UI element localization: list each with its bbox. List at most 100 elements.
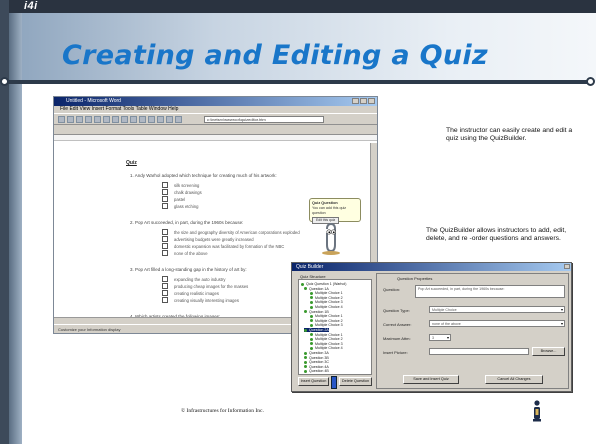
question-label: Question:	[383, 287, 401, 292]
print-icon[interactable]	[85, 116, 92, 123]
answer-node-icon	[310, 346, 313, 350]
copy-icon[interactable]	[121, 116, 128, 123]
tree-item-label: Quiz Question 1 (Warhol)	[306, 282, 347, 286]
cancel-changes-button[interactable]: Cancel All Changes	[485, 375, 543, 384]
ruler	[54, 135, 377, 141]
tree-item[interactable]: Question 1A	[304, 287, 329, 291]
tree-item[interactable]: Multiple Choice 1	[310, 291, 343, 295]
i4i-mascot-icon	[533, 400, 541, 422]
max-attempts-select[interactable]: 3	[429, 334, 451, 341]
tree-item[interactable]: Multiple Choice 1	[310, 333, 343, 337]
preview-icon[interactable]	[94, 116, 101, 123]
quiz-structure-tree[interactable]: Quiz Question 1 (Warhol) Question 1A Multi…	[298, 279, 372, 375]
left-rail-gradient	[9, 13, 22, 444]
question-node-icon	[304, 328, 307, 332]
left-rail	[0, 0, 9, 444]
tree-item[interactable]: Question 4B	[304, 369, 329, 373]
answer-node-icon	[310, 333, 313, 337]
tree-item[interactable]: Question 3C	[304, 360, 329, 364]
quizbuilder-title: Quiz Builder	[296, 264, 324, 270]
tree-item[interactable]: Multiple Choice 3	[310, 323, 343, 327]
tree-item-label: Multiple Choice 4	[315, 346, 343, 351]
answer-option: producing cheap images for the masses	[162, 283, 248, 289]
tree-item-label: Question 3C	[309, 360, 329, 365]
tree-item[interactable]: Question 3B	[304, 356, 329, 360]
tree-item[interactable]: Multiple Choice 2	[310, 337, 343, 341]
correct-answer-select[interactable]: none of the above	[429, 320, 565, 327]
tree-item[interactable]: Multiple Choice 1	[310, 314, 343, 318]
reorder-arrows-icon[interactable]	[331, 376, 337, 389]
undo-icon[interactable]	[139, 116, 146, 123]
table-icon[interactable]	[166, 116, 173, 123]
answer-option: chalk drawings	[162, 189, 202, 195]
delete-question-button[interactable]: Delete Question	[339, 377, 372, 386]
browse-button[interactable]: Browse...	[532, 347, 565, 356]
tree-item[interactable]: Multiple Choice 2	[310, 296, 343, 300]
quizbuilder-dialog: Quiz Builder Quiz Structure Quiz Questio…	[291, 262, 572, 392]
maximize-icon[interactable]	[360, 98, 367, 104]
tree-item[interactable]: Question 2A	[304, 328, 329, 332]
tree-item[interactable]: Multiple Choice 2	[310, 319, 343, 323]
tree-item[interactable]: Multiple Choice 3	[310, 342, 343, 346]
tree-item[interactable]: Question 3A	[304, 351, 329, 355]
address-field[interactable]: c:\inetsrv\wwwroot\quizeditor.htm	[204, 116, 324, 123]
cut-icon[interactable]	[112, 116, 119, 123]
open-icon[interactable]	[67, 116, 74, 123]
question-node-icon	[304, 351, 307, 355]
tree-item[interactable]: Quiz Question 1 (Warhol)	[301, 282, 346, 286]
answer-option: creating realistic images	[162, 290, 219, 296]
answer-option: advertising budgets were greatly increas…	[162, 236, 254, 242]
minimize-icon[interactable]	[352, 98, 359, 104]
word-title-text: Untitled - Microsoft Word	[66, 98, 121, 104]
max-attempts-label: Maximum Attm:	[383, 336, 411, 341]
paste-icon[interactable]	[130, 116, 137, 123]
insert-picture-field[interactable]	[429, 348, 529, 355]
new-doc-icon[interactable]	[58, 116, 65, 123]
link-icon[interactable]	[157, 116, 164, 123]
tree-item[interactable]: Question 4A	[304, 365, 329, 369]
question-3: 3. Pop Art filled a long-standing gap in…	[130, 267, 247, 272]
answer-node-icon	[310, 296, 313, 300]
close-icon[interactable]	[564, 264, 570, 269]
help-icon[interactable]	[175, 116, 182, 123]
tree-item[interactable]: Multiple Choice 4	[310, 305, 343, 309]
tree-item-label: Multiple Choice 1	[315, 314, 343, 319]
tree-item[interactable]: Multiple Choice 4	[310, 346, 343, 350]
question-node-icon	[304, 365, 307, 369]
answer-node-icon	[310, 291, 313, 295]
quizbuilder-title-bar: Quiz Builder	[292, 263, 571, 271]
title-rule	[3, 80, 593, 84]
question-node-icon	[304, 369, 307, 373]
save-insert-quiz-button[interactable]: Save and Insert Quiz	[403, 375, 459, 384]
tree-item-label: Multiple Choice 4	[315, 305, 343, 309]
question-type-label: Question Type:	[383, 308, 410, 313]
tree-item[interactable]: Multiple Choice 3	[310, 300, 343, 304]
close-icon[interactable]	[368, 98, 375, 104]
correct-answer-label: Correct Answer:	[383, 322, 412, 327]
formatting-toolbar	[54, 125, 377, 135]
tree-item-label: Multiple Choice 2	[315, 318, 343, 323]
redo-icon[interactable]	[148, 116, 155, 123]
answer-option: silk screening	[162, 182, 199, 188]
toolbar-buttons	[58, 116, 182, 123]
window-controls	[352, 98, 375, 104]
tree-item-label: Multiple Choice 3	[315, 323, 343, 328]
save-icon[interactable]	[76, 116, 83, 123]
word-toolbar: c:\inetsrv\wwwroot\quizeditor.htm	[54, 113, 377, 125]
question-type-select[interactable]: Multiple Choice	[429, 306, 565, 313]
answer-option: expanding the auto industry	[162, 276, 225, 282]
tree-item-label: Question 2A	[309, 328, 329, 332]
spell-icon[interactable]	[103, 116, 110, 123]
office-assistant-icon[interactable]	[319, 223, 343, 255]
answer-node-icon	[310, 319, 313, 323]
question-node-icon	[304, 310, 307, 314]
question-node-icon	[301, 282, 304, 286]
insert-question-button[interactable]: Insert Question	[298, 377, 329, 386]
word-menu-bar[interactable]: File Edit View Insert Format Tools Table…	[54, 106, 377, 113]
tree-item[interactable]: Question 1B	[304, 310, 329, 314]
question-field[interactable]: Pop Art succeeded, in part, during the 1…	[415, 285, 565, 298]
tree-item-label: Multiple Choice 3	[315, 341, 343, 346]
answer-option: creating visually interesting images	[162, 297, 239, 303]
tree-item-label: Multiple Choice 2	[315, 337, 343, 342]
tree-item-label: Question 4B	[309, 369, 329, 374]
